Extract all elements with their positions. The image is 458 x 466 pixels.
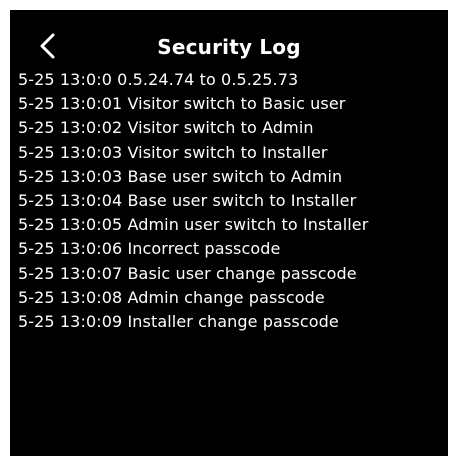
- log-entry: 5-25 13:0:02 Visitor switch to Admin: [18, 118, 314, 138]
- security-log-list: 5-25 13:0:0 0.5.24.74 to 0.5.25.73 5-25 …: [18, 68, 444, 334]
- page-title: Security Log: [157, 35, 301, 59]
- log-entry: 5-25 13:0:03 Visitor switch to Installer: [18, 142, 328, 162]
- log-entry: 5-25 13:0:08 Admin change passcode: [18, 287, 325, 307]
- log-entry: 5-25 13:0:06 Incorrect passcode: [18, 239, 281, 259]
- header-bar: Security Log: [10, 10, 448, 68]
- log-entry: 5-25 13:0:01 Visitor switch to Basic use…: [18, 94, 346, 114]
- log-entry: 5-25 13:0:03 Base user switch to Admin: [18, 166, 343, 186]
- log-entry: 5-25 13:0:09 Installer change passcode: [18, 312, 339, 332]
- log-entry: 5-25 13:0:05 Admin user switch to Instal…: [18, 215, 369, 235]
- log-entry: 5-25 13:0:04 Base user switch to Install…: [18, 191, 357, 211]
- log-entry: 5-25 13:0:0 0.5.24.74 to 0.5.25.73: [18, 70, 299, 89]
- security-log-screen: Security Log 5-25 13:0:0 0.5.24.74 to 0.…: [10, 10, 448, 456]
- log-entry: 5-25 13:0:07 Basic user change passcode: [18, 263, 357, 283]
